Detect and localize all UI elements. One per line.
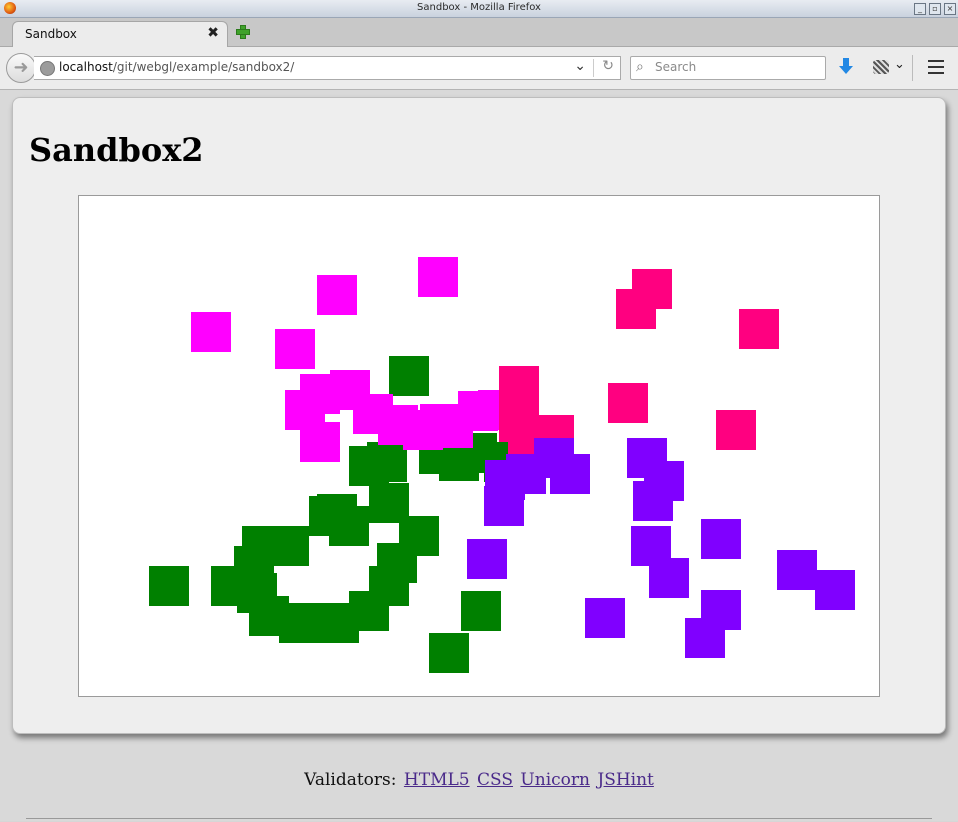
tab-label: Sandbox [25, 27, 77, 41]
url-host: localhost [59, 60, 113, 74]
page-content: Sandbox2 Validators: HTML5 CSS Unicorn J… [0, 90, 958, 821]
toolbar-divider [912, 55, 913, 81]
magenta-square [317, 275, 357, 315]
green-square [269, 526, 309, 566]
green-square [279, 603, 319, 643]
magenta-square [191, 312, 231, 352]
purple-square [701, 519, 741, 559]
globe-icon [40, 61, 55, 76]
download-icon[interactable] [838, 58, 854, 76]
url-text[interactable]: localhost/git/webgl/example/sandbox2/ [59, 60, 294, 74]
horizontal-scrollbar[interactable] [26, 818, 932, 822]
purple-square [685, 618, 725, 658]
green-square [149, 566, 189, 606]
content-card: Sandbox2 [12, 97, 946, 734]
green-square [399, 516, 439, 556]
purple-square [633, 481, 673, 521]
validators-footer: Validators: HTML5 CSS Unicorn JSHint [0, 770, 958, 790]
green-square [461, 591, 501, 631]
pink-square [616, 289, 656, 329]
purple-square [550, 454, 590, 494]
search-box[interactable]: ⌕ [630, 56, 826, 80]
purple-square [649, 558, 689, 598]
maximize-icon[interactable]: ▫ [929, 3, 941, 15]
magenta-square [418, 257, 458, 297]
link-html5[interactable]: HTML5 [404, 770, 470, 790]
magenta-square [420, 404, 460, 444]
url-path: /git/webgl/example/sandbox2/ [112, 60, 295, 74]
extension-icon[interactable] [873, 60, 889, 74]
tab-sandbox[interactable]: Sandbox ✖ [12, 21, 228, 47]
minimize-icon[interactable]: _ [914, 3, 926, 15]
webgl-canvas[interactable] [78, 195, 880, 697]
menu-icon[interactable] [928, 60, 944, 74]
magenta-square [300, 422, 340, 462]
green-square [389, 356, 429, 396]
search-icon: ⌕ [636, 59, 644, 75]
back-arrow-icon[interactable]: ➜ [6, 53, 36, 83]
link-css[interactable]: CSS [477, 770, 513, 790]
green-square [309, 496, 349, 536]
url-divider [593, 59, 594, 77]
close-tab-icon[interactable]: ✖ [207, 25, 219, 41]
pink-square [739, 309, 779, 349]
page-title: Sandbox2 [29, 131, 204, 169]
dropdown-arrow-icon[interactable]: ⌄ [574, 58, 586, 74]
link-unicorn[interactable]: Unicorn [520, 770, 590, 790]
purple-square [815, 570, 855, 610]
window-titlebar: Sandbox - Mozilla Firefox _ ▫ × [0, 0, 958, 18]
green-square [349, 446, 389, 486]
search-input[interactable] [655, 59, 815, 75]
magenta-square [275, 329, 315, 369]
purple-square [484, 486, 524, 526]
green-square [429, 633, 469, 673]
navigation-toolbar: ➜ localhost/git/webgl/example/sandbox2/ … [0, 47, 958, 90]
pink-square [608, 383, 648, 423]
extension-dropdown-icon[interactable]: ⌄ [894, 57, 905, 72]
pink-square [499, 366, 539, 406]
purple-square [467, 539, 507, 579]
purple-square [777, 550, 817, 590]
canvas-drawing [149, 257, 855, 673]
close-window-icon[interactable]: × [944, 3, 956, 15]
url-bar[interactable]: localhost/git/webgl/example/sandbox2/ ⌄ … [34, 56, 621, 80]
new-tab-icon[interactable] [236, 25, 250, 39]
purple-square [585, 598, 625, 638]
reload-icon[interactable]: ↻ [602, 58, 614, 74]
pink-square [716, 410, 756, 450]
tab-strip: Sandbox ✖ [0, 18, 958, 47]
validators-label: Validators: [304, 770, 397, 790]
window-title: Sandbox - Mozilla Firefox [417, 2, 541, 13]
link-jshint[interactable]: JSHint [597, 770, 654, 790]
